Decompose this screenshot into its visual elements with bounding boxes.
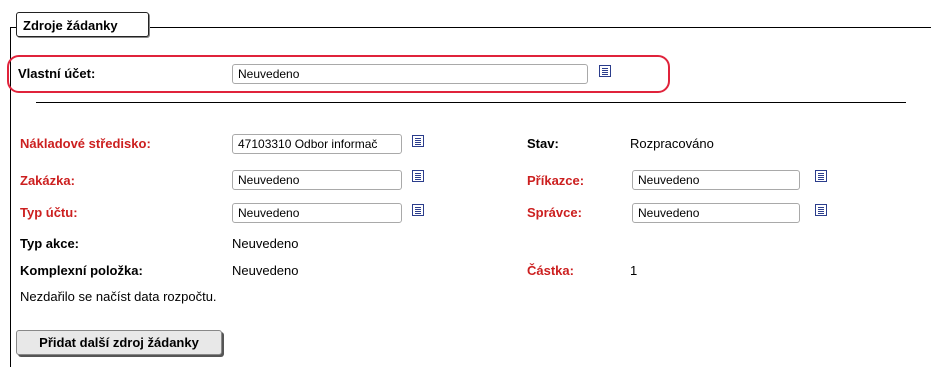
order-label: Zakázka: bbox=[20, 173, 75, 188]
amount-value: 1 bbox=[630, 263, 638, 278]
action-type-value: Neuvedeno bbox=[232, 236, 299, 251]
cost-center-label: Nákladové středisko: bbox=[20, 136, 151, 151]
order-picker-icon[interactable] bbox=[412, 170, 424, 182]
complex-item-label: Komplexní položka: bbox=[20, 263, 143, 278]
authorizer-input[interactable] bbox=[632, 170, 800, 190]
account-type-picker-icon[interactable] bbox=[412, 204, 424, 216]
order-input[interactable] bbox=[232, 170, 402, 190]
amount-label: Částka: bbox=[527, 263, 574, 278]
budget-error-message: Nezdařilo se načíst data rozpočtu. bbox=[20, 289, 217, 304]
administrator-picker-icon[interactable] bbox=[815, 204, 827, 216]
own-account-label: Vlastní účet: bbox=[18, 66, 96, 81]
own-account-input[interactable] bbox=[232, 64, 588, 84]
section-divider bbox=[36, 102, 906, 103]
account-type-label: Typ účtu: bbox=[20, 205, 78, 220]
cost-center-picker-icon[interactable] bbox=[412, 135, 424, 147]
action-type-label: Typ akce: bbox=[20, 236, 80, 251]
state-label: Stav: bbox=[527, 136, 559, 151]
authorizer-picker-icon[interactable] bbox=[815, 170, 827, 182]
account-type-input[interactable] bbox=[232, 203, 402, 223]
cost-center-input[interactable] bbox=[232, 134, 402, 154]
own-account-picker-icon[interactable] bbox=[599, 65, 611, 77]
authorizer-label: Příkazce: bbox=[527, 173, 585, 188]
administrator-label: Správce: bbox=[527, 205, 582, 220]
state-value: Rozpracováno bbox=[630, 136, 714, 151]
add-request-source-button[interactable]: Přidat další zdroj žádanky bbox=[16, 330, 222, 355]
complex-item-value: Neuvedeno bbox=[232, 263, 299, 278]
section-legend: Zdroje žádanky bbox=[16, 12, 149, 37]
administrator-input[interactable] bbox=[632, 203, 800, 223]
